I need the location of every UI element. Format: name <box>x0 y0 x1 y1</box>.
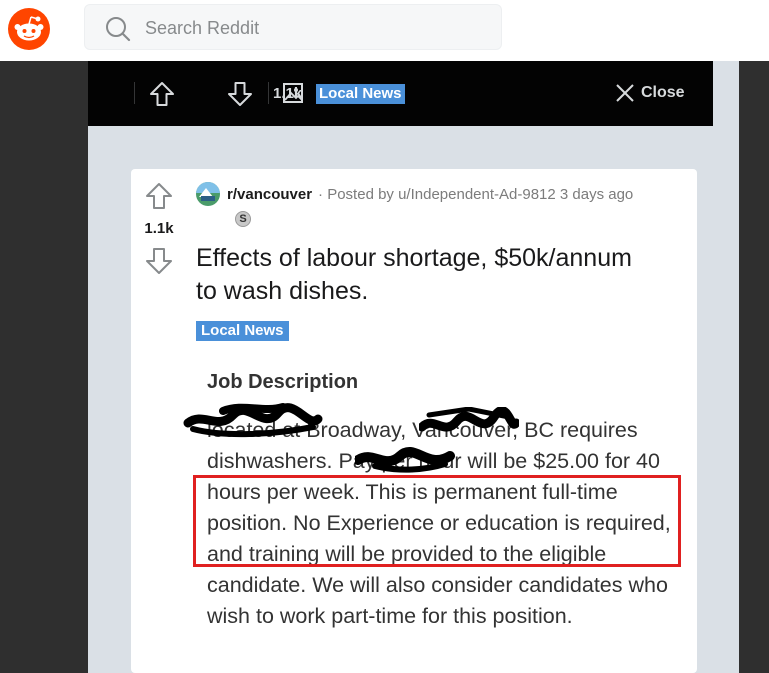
job-description-heading: Job Description <box>207 371 359 393</box>
search-input[interactable] <box>143 5 487 51</box>
highlight-box <box>193 475 681 567</box>
post-meta: r/vancouver · Posted by u/Independent-Ad… <box>196 181 633 207</box>
post-flair-badge[interactable]: Local News <box>196 321 289 341</box>
image-post-icon <box>283 83 303 103</box>
posted-by[interactable]: · Posted by u/Independent-Ad-9812 3 days… <box>318 186 633 203</box>
subreddit-icon[interactable] <box>196 182 220 206</box>
post-overlay-bar: 1.1k Local News Close <box>88 61 713 126</box>
search-bar[interactable] <box>84 4 502 51</box>
bar-flair-badge[interactable]: Local News <box>316 84 405 104</box>
redaction-scribble <box>183 403 323 438</box>
close-icon <box>616 84 634 102</box>
post-card: 1.1k r/vancouver · Posted by u/Independe… <box>131 169 697 673</box>
redaction-scribble <box>355 447 455 473</box>
downvote-icon[interactable] <box>145 247 173 275</box>
backdrop-left <box>0 61 88 673</box>
award-icon[interactable]: S <box>235 211 251 227</box>
top-header <box>0 0 769 61</box>
subreddit-link[interactable]: r/vancouver <box>227 186 312 203</box>
vote-count: 1.1k <box>144 220 174 237</box>
divider <box>134 82 135 104</box>
downvote-icon[interactable] <box>227 81 253 107</box>
backdrop-right <box>739 61 769 673</box>
divider <box>268 82 269 104</box>
close-button[interactable]: Close <box>615 81 685 105</box>
reddit-logo-icon[interactable] <box>8 8 50 50</box>
close-label: Close <box>641 84 685 101</box>
search-icon <box>106 17 131 42</box>
redaction-scribble <box>419 407 519 432</box>
upvote-icon[interactable] <box>145 182 173 210</box>
upvote-icon[interactable] <box>149 81 175 107</box>
post-title[interactable]: Effects of labour shortage, $50k/annum t… <box>196 242 656 308</box>
overlay-scroll-gutter <box>713 61 739 673</box>
